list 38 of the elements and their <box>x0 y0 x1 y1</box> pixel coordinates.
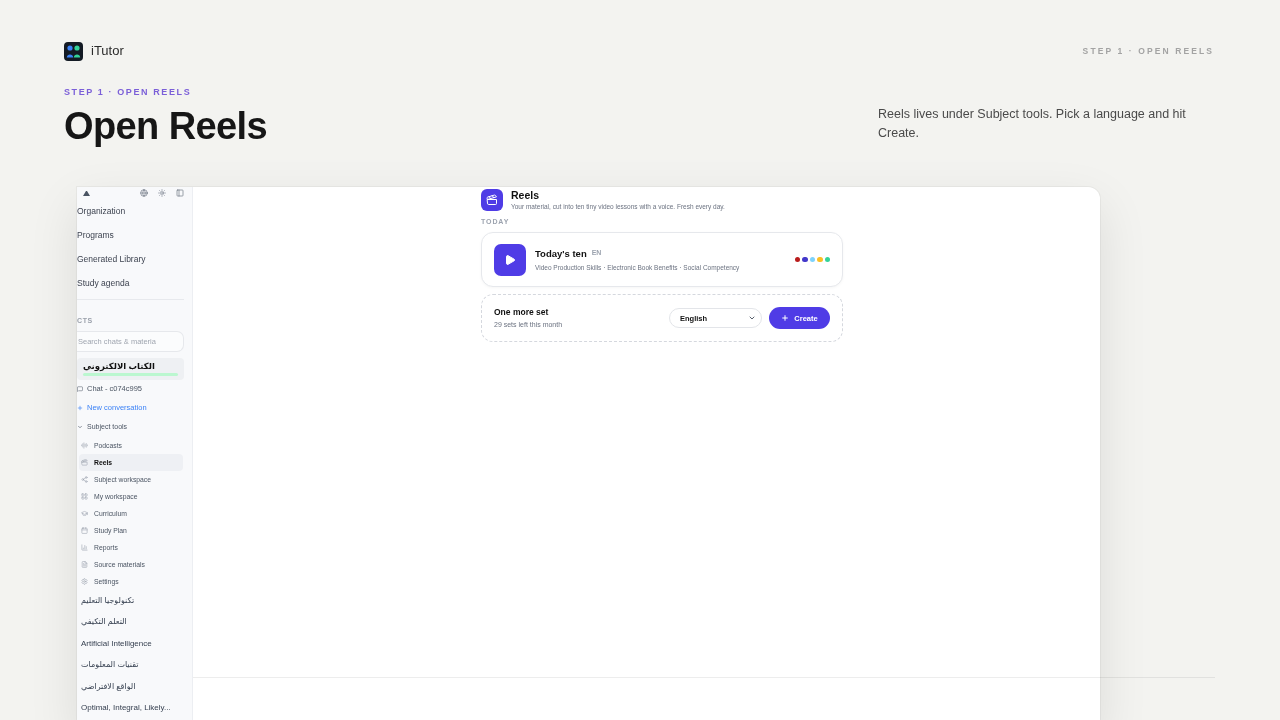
chevron-icon <box>748 314 756 322</box>
document-icon <box>81 560 88 568</box>
step-indicator: STEP 1 · OPEN REELS <box>1082 45 1214 57</box>
brand-name: iTutor <box>91 43 124 59</box>
logo-icon <box>64 41 83 61</box>
subject-item[interactable]: تقنيات المعلومات <box>77 654 184 676</box>
sun-icon[interactable] <box>158 189 166 197</box>
card-title: Today's ten <box>535 247 587 259</box>
reels-title: Reels <box>511 189 541 201</box>
share-nodes-icon <box>81 475 88 483</box>
subject-item[interactable]: الكتاب الالكتروني <box>77 358 184 380</box>
subject-item[interactable]: تكنولوجيا التعليم <box>77 589 184 611</box>
page-title: Open Reels <box>64 104 268 148</box>
sound-bars-icon <box>81 441 88 449</box>
logo-mark-icon <box>83 190 90 196</box>
settings-icon <box>81 577 88 585</box>
sidebar-panel-icon[interactable] <box>176 189 184 197</box>
sidebar-nav-item[interactable]: Study agenda <box>77 271 184 295</box>
card-title: One more set <box>494 307 549 317</box>
chat-bubble-icon <box>77 386 83 392</box>
step-eyebrow: STEP 1 · OPEN REELS <box>64 87 192 98</box>
graduation-cap-icon <box>81 509 88 517</box>
plus-icon <box>781 314 790 322</box>
sidebar-nav-item[interactable]: Programs <box>77 223 184 247</box>
play-icon[interactable] <box>494 243 526 276</box>
plus-icon <box>77 405 83 411</box>
globe-icon[interactable] <box>140 189 148 197</box>
sidebar-nav-item[interactable]: Organization <box>77 199 184 223</box>
bar-chart-icon <box>81 543 88 551</box>
sidebar-nav-item[interactable]: Generated Library <box>77 247 184 271</box>
subject-item[interactable]: الواقع الافتراضي <box>77 675 184 697</box>
subject-item[interactable]: التعلم التكيفي <box>77 611 184 633</box>
grid-icon <box>81 492 88 500</box>
clapperboard-icon <box>81 458 88 466</box>
subject-item[interactable]: Artificial Intelligence <box>77 632 184 654</box>
calendar-icon <box>81 526 88 534</box>
subject-item[interactable]: Optimal, Integral, Likely... <box>77 697 184 719</box>
step-description: Reels lives under Subject tools. Pick a language and hit Create. <box>878 106 1187 142</box>
